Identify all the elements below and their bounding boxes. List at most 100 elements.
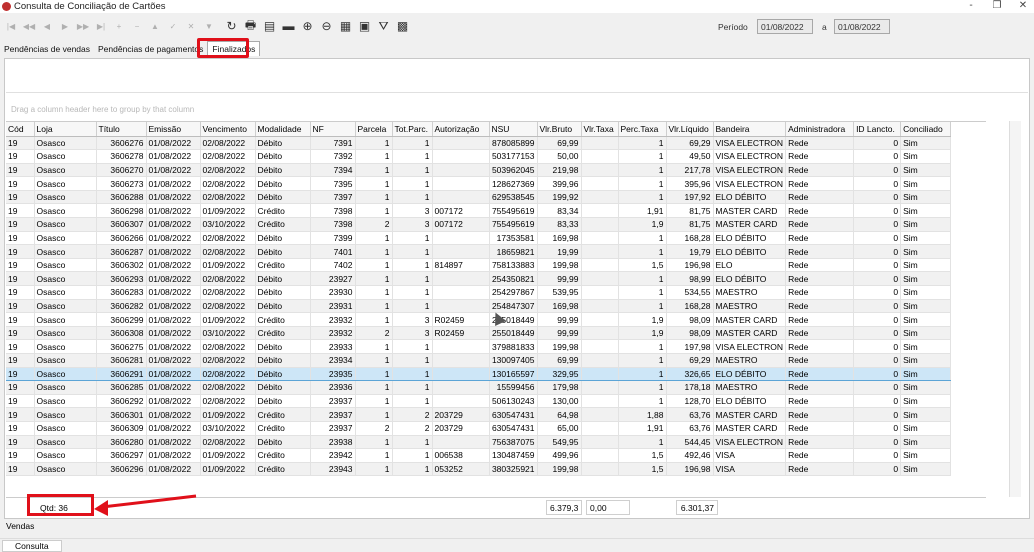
column-header[interactable]: Emissão bbox=[146, 122, 201, 137]
excel-icon[interactable]: ▩ bbox=[393, 17, 412, 35]
column-header[interactable]: Loja bbox=[34, 122, 97, 137]
vertical-scrollbar[interactable] bbox=[1009, 121, 1021, 497]
table-row[interactable]: 19 Osasco 3606297 01/08/2022 01/09/2022 Crédi… bbox=[6, 448, 952, 463]
tab-pendencias-pagamentos[interactable]: Pendências de pagamentos bbox=[94, 42, 207, 56]
folder-icon[interactable]: ▬ bbox=[279, 17, 298, 35]
table-row[interactable]: 19 Osasco 3606287 01/08/2022 02/08/2022 Débit… bbox=[6, 244, 952, 259]
table-row[interactable]: 19 Osasco 3606301 01/08/2022 01/09/2022 Crédi… bbox=[6, 407, 952, 422]
table-row[interactable]: 19 Osasco 3606273 01/08/2022 02/08/2022 Débit… bbox=[6, 176, 952, 191]
table-row[interactable]: 19 Osasco 3606293 01/08/2022 02/08/2022 Débit… bbox=[6, 271, 952, 287]
column-header[interactable]: NSU bbox=[489, 122, 538, 137]
nav-button-6[interactable]: + bbox=[110, 17, 128, 35]
nav-button-2[interactable]: ◀ bbox=[38, 17, 56, 35]
table-row[interactable]: 19 Osasco 3606288 01/08/2022 02/08/2022 Débit… bbox=[6, 190, 952, 205]
table-cell: 19,99 bbox=[537, 244, 582, 259]
status-tab-consulta[interactable]: Consulta bbox=[2, 540, 62, 552]
group-by-panel[interactable]: Drag a column header here to group by th… bbox=[6, 93, 1028, 119]
table-row[interactable]: 19 Osasco 3606292 01/08/2022 02/08/2022 Débit… bbox=[6, 394, 952, 409]
tab-pendencias-vendas[interactable]: Pendências de vendas bbox=[0, 42, 94, 56]
table-cell: 053252 bbox=[432, 462, 490, 477]
table-cell: 01/08/2022 bbox=[146, 149, 201, 164]
main-panel: Drag a column header here to group by th… bbox=[4, 58, 1030, 519]
column-header[interactable]: Título bbox=[96, 122, 147, 137]
nav-button-9[interactable]: ✓ bbox=[164, 17, 182, 35]
column-header[interactable]: Modalidade bbox=[255, 122, 311, 137]
zoom-out-icon[interactable]: ⊖ bbox=[317, 17, 336, 35]
column-header[interactable]: Vlr.Taxa bbox=[581, 122, 619, 137]
table-row[interactable]: 19 Osasco 3606309 01/08/2022 03/10/2022 Crédi… bbox=[6, 421, 952, 436]
nav-button-8[interactable]: ▲ bbox=[146, 17, 164, 35]
table-cell: 23938 bbox=[310, 435, 356, 450]
minimize-button[interactable]: - bbox=[964, 0, 978, 11]
nav-button-1[interactable]: ◀◀ bbox=[20, 17, 38, 35]
column-header[interactable]: Cód bbox=[6, 122, 35, 137]
table-row[interactable]: 19 Osasco 3606280 01/08/2022 02/08/2022 Débit… bbox=[6, 435, 952, 450]
filter-icon[interactable]: ⛛ bbox=[374, 17, 393, 35]
nav-button-0[interactable]: |◀ bbox=[2, 17, 20, 35]
table-row[interactable]: 19 Osasco 3606278 01/08/2022 02/08/2022 Débit… bbox=[6, 149, 952, 164]
table-row[interactable]: 19 Osasco 3606299 01/08/2022 01/09/2022 Crédi… bbox=[6, 312, 952, 327]
table-cell: 63,76 bbox=[666, 421, 714, 436]
table-cell: 0 bbox=[853, 448, 902, 463]
column-header[interactable]: Vlr.Líquido bbox=[666, 122, 714, 137]
column-header[interactable]: Tot.Parc. bbox=[392, 122, 433, 137]
restore-button[interactable]: ❐ bbox=[990, 0, 1004, 11]
column-header[interactable]: Parcela bbox=[355, 122, 393, 137]
date-from-input[interactable] bbox=[757, 19, 813, 34]
report-icon[interactable]: ▤ bbox=[260, 17, 279, 35]
navigator: |◀ ◀◀ ◀ ▶ ▶▶ ▶| + − ▲ ✓ ✕ ▼ bbox=[2, 17, 218, 35]
data-grid[interactable]: Cód Loja Título Emissão Vencimento Modalidade… bbox=[6, 121, 986, 497]
table-row[interactable]: 19 Osasco 3606285 01/08/2022 02/08/2022 Débit… bbox=[6, 380, 952, 395]
column-header[interactable]: Bandeira bbox=[713, 122, 787, 137]
column-header[interactable]: Vlr.Bruto bbox=[537, 122, 582, 137]
table-cell: 1 bbox=[355, 203, 393, 219]
print-icon[interactable]: 🖶 bbox=[241, 17, 260, 35]
nav-button-11[interactable]: ▼ bbox=[200, 17, 218, 35]
table-row[interactable]: 19 Osasco 3606308 01/08/2022 03/10/2022 Crédi… bbox=[6, 326, 952, 341]
table-cell: Sim bbox=[900, 271, 952, 287]
table-cell: 23942 bbox=[310, 448, 356, 463]
table-cell: 02/08/2022 bbox=[200, 149, 256, 164]
table-cell: 01/08/2022 bbox=[146, 353, 201, 368]
column-header[interactable]: Conciliado bbox=[900, 122, 952, 137]
table-row[interactable]: 19 Osasco 3606281 01/08/2022 02/08/2022 Débit… bbox=[6, 353, 952, 368]
table-cell: 0 bbox=[853, 366, 902, 382]
nav-button-5[interactable]: ▶| bbox=[92, 17, 110, 35]
column-header[interactable]: Vencimento bbox=[200, 122, 256, 137]
table-row[interactable]: 19 Osasco 3606266 01/08/2022 02/08/2022 Débit… bbox=[6, 231, 952, 246]
table-row[interactable]: 19 Osasco 3606302 01/08/2022 01/09/2022 Crédi… bbox=[6, 258, 952, 273]
table-row[interactable]: 19 Osasco 3606276 01/08/2022 02/08/2022 Débit… bbox=[6, 136, 952, 151]
table-cell: 23931 bbox=[310, 299, 356, 314]
column-header[interactable]: Autorização bbox=[432, 122, 490, 137]
column-header[interactable]: ID Lancto. bbox=[853, 122, 902, 137]
table-row[interactable]: 19 Osasco 3606283 01/08/2022 02/08/2022 Débit… bbox=[6, 285, 952, 300]
nav-button-3[interactable]: ▶ bbox=[56, 17, 74, 35]
date-to-input[interactable] bbox=[834, 19, 890, 34]
table-row[interactable]: 19 Osasco 3606296 01/08/2022 01/09/2022 Crédi… bbox=[6, 462, 952, 477]
table-row[interactable]: 19 Osasco 3606291 01/08/2022 02/08/2022 Débit… bbox=[6, 366, 952, 382]
nav-button-10[interactable]: ✕ bbox=[182, 17, 200, 35]
table-cell: 1 bbox=[618, 149, 667, 164]
column-header[interactable]: NF bbox=[310, 122, 356, 137]
grid-icon[interactable]: ▦ bbox=[336, 17, 355, 35]
table-row[interactable]: 19 Osasco 3606298 01/08/2022 01/09/2022 Crédi… bbox=[6, 203, 952, 219]
refresh-icon[interactable]: ↻ bbox=[222, 17, 241, 35]
close-button[interactable]: ✕ bbox=[1016, 0, 1030, 11]
table-row[interactable]: 19 Osasco 3606307 01/08/2022 03/10/2022 Crédi… bbox=[6, 217, 952, 232]
table-cell bbox=[581, 312, 619, 327]
table-cell: Débito bbox=[255, 190, 311, 205]
column-header[interactable]: Perc.Taxa bbox=[618, 122, 667, 137]
table-row[interactable]: 19 Osasco 3606275 01/08/2022 02/08/2022 Débit… bbox=[6, 339, 952, 354]
table-cell: Rede bbox=[785, 421, 855, 436]
table-cell: 0 bbox=[853, 394, 902, 409]
export-icon[interactable]: ▣ bbox=[355, 17, 374, 35]
nav-button-7[interactable]: − bbox=[128, 17, 146, 35]
column-header[interactable]: Administradora bbox=[785, 122, 855, 137]
zoom-in-icon[interactable]: ⊕ bbox=[298, 17, 317, 35]
table-cell: 99,99 bbox=[537, 326, 582, 341]
table-row[interactable]: 19 Osasco 3606282 01/08/2022 02/08/2022 Débit… bbox=[6, 299, 952, 314]
nav-button-4[interactable]: ▶▶ bbox=[74, 17, 92, 35]
table-cell: 1 bbox=[355, 312, 393, 327]
table-cell: Sim bbox=[900, 231, 952, 246]
table-row[interactable]: 19 Osasco 3606270 01/08/2022 02/08/2022 Débit… bbox=[6, 163, 952, 178]
